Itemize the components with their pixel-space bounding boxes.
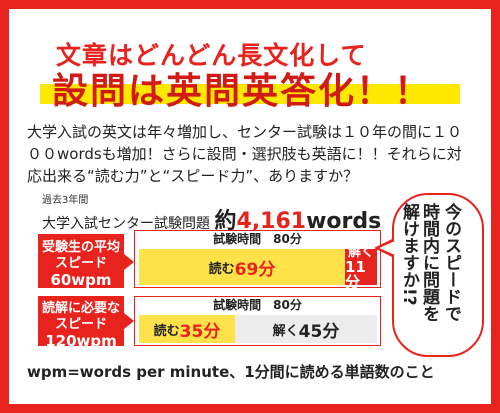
bubble-col2: 時間内に問題を [419,203,439,322]
row2-speed-label: 読解に必要な スピード 120wpm [38,296,124,350]
row2-speed: 120wpm [45,332,117,350]
row1-speed-label: 受験生の平均 スピード 60wpm [38,234,124,288]
row1-read-segment: 読む 69分 [139,249,345,285]
row2-header: 試験時間 80分 [213,298,302,312]
row2-label-line2: スピード [54,317,107,332]
row2-read-label: 読む [153,323,180,339]
row2-solve-label: 解く [272,323,299,339]
footer-note: wpm=words per minute、1分間に読める単語数のこと [27,363,435,381]
body-text: 大学入試の英文は年々増加し、センター試験は１０年の間に１０００wordsも増加！… [27,123,463,185]
row2-read-segment: 読む 35分 [139,315,235,343]
row1-label-line2: スピード [54,256,107,271]
heading-line2-block: 設問は英問英答化！！ [40,62,460,112]
row2-arrow-icon [124,313,134,329]
row1-solve-segment: 解く 11分 [345,245,377,289]
row1-solve-value: 11分 [345,257,366,291]
row1-speed: 60wpm [50,271,112,289]
row2-read-value: 35分 [179,321,221,342]
row1-header: 試験時間 80分 [213,232,302,246]
row2-label-line1: 読解に必要な [41,301,120,316]
row1-time-bar: 試験時間 80分 読む 69分 解く 11分 [134,230,381,289]
speech-bubble: 今のスピードで 時間内に問題を 解けますか!? [392,193,484,357]
heading-line2: 設問は英問英答化！！ [52,71,433,112]
row2-solve-value: 45分 [298,321,340,342]
bubble-col3: 解けますか!? [399,203,419,306]
row2-solve-segment: 解く 45分 [235,315,377,343]
row1-label-line1: 受験生の平均 [41,240,120,255]
bubble-col1: 今のスピードで [441,203,461,322]
bubble-tail-inner [379,241,395,255]
row1-read-value: 69分 [234,259,276,280]
row1-arrow-icon [124,254,134,270]
row1-read-label: 読む [208,261,235,277]
row2-time-bar: 試験時間 80分 読む 35分 解く 45分 [134,296,381,346]
